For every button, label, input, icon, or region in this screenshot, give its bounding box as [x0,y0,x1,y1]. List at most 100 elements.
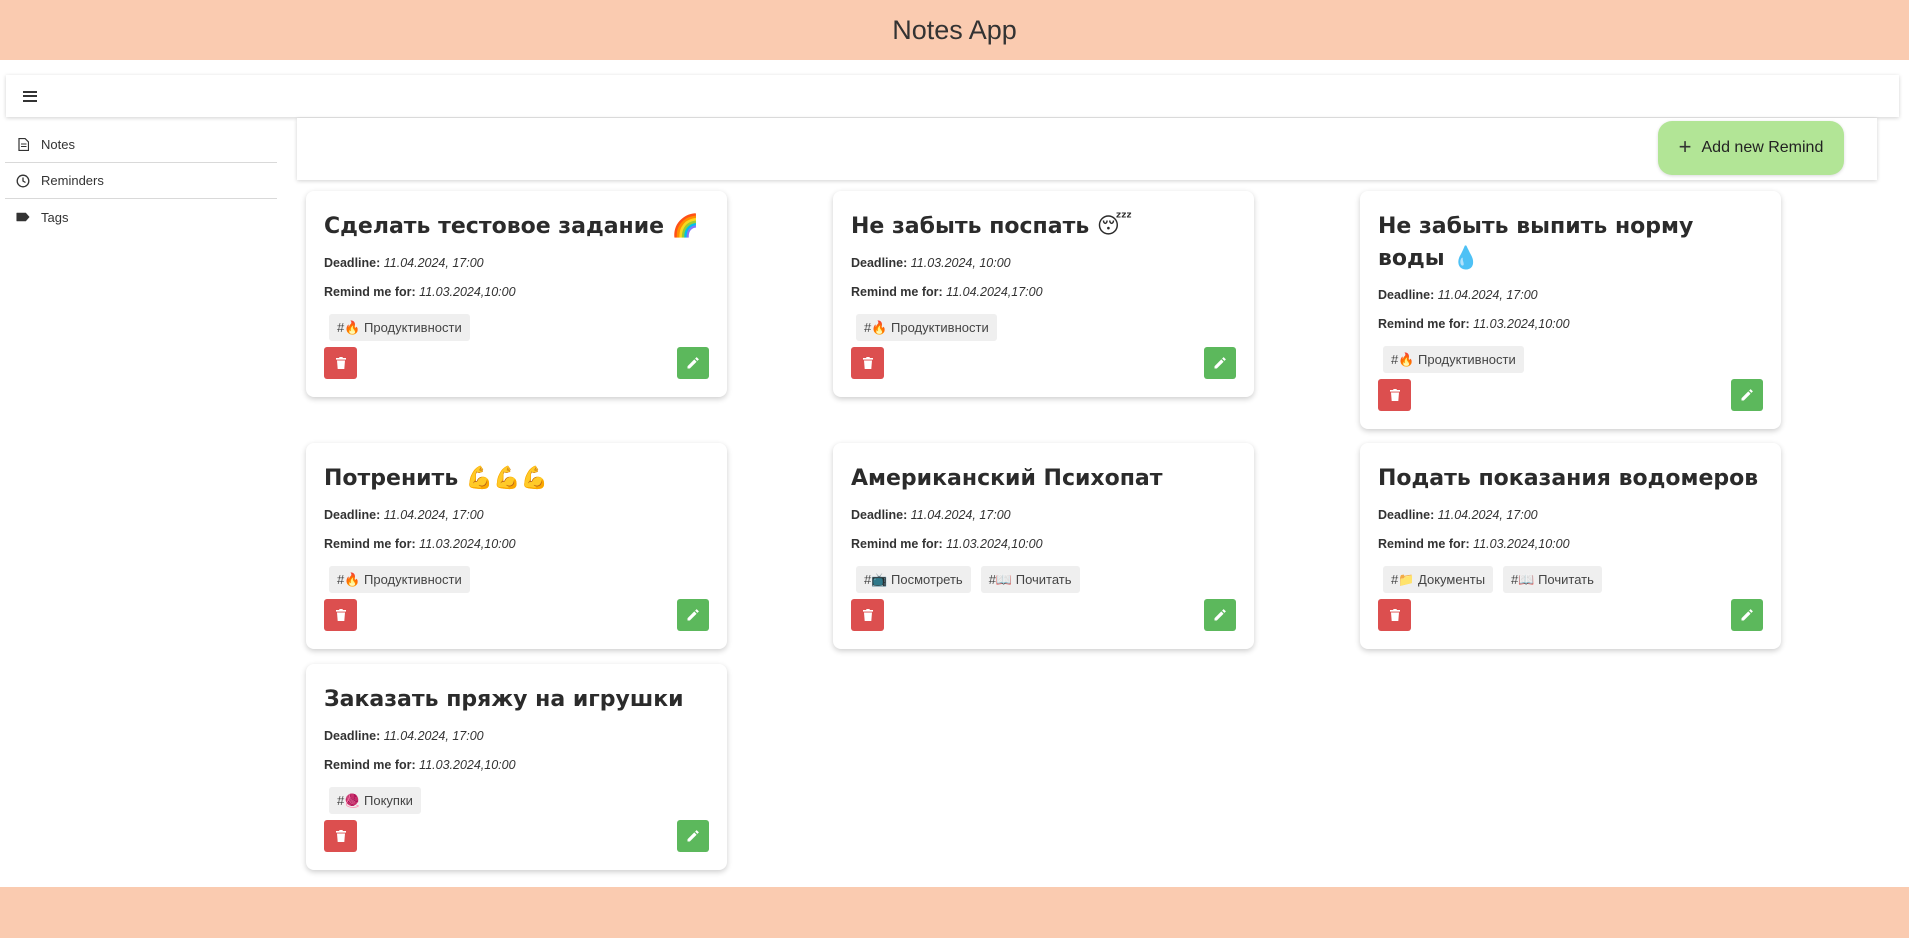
deadline-label: Deadline: [851,508,908,522]
reminder-card: Сделать тестовое задание 🌈 Deadline: 11.… [306,191,727,397]
remind-row: Remind me for: 11.03.2024,10:00 [324,278,709,307]
trash-icon [335,830,346,842]
tag-chip[interactable]: #📖 Почитать [980,566,1080,593]
pencil-icon [1741,389,1753,401]
remind-value: 11.03.2024,10:00 [419,537,516,551]
card-actions [851,347,1236,379]
trash-icon [335,609,346,621]
remind-label: Remind me for: [1378,317,1470,331]
deadline-row: Deadline: 11.04.2024, 17:00 [851,501,1236,530]
remind-row: Remind me for: 11.03.2024,10:00 [324,530,709,559]
remind-value: 11.03.2024,10:00 [419,758,516,772]
tag-chip[interactable]: #📺 Посмотреть [856,566,971,593]
deadline-value: 11.04.2024, 17:00 [1437,508,1538,522]
edit-button[interactable] [677,820,709,852]
tag-list: #🔥 Продуктивности [329,314,709,341]
delete-button[interactable] [324,820,357,852]
tag-chip[interactable]: #🔥 Продуктивности [329,314,470,341]
delete-button[interactable] [851,347,884,379]
tag-chip[interactable]: #📁 Документы [1383,566,1494,593]
delete-button[interactable] [1378,599,1411,631]
delete-button[interactable] [1378,379,1411,411]
deadline-value: 11.04.2024, 17:00 [1437,288,1538,302]
deadline-label: Deadline: [324,508,381,522]
deadline-value: 11.04.2024, 17:00 [383,729,484,743]
trash-icon [335,357,346,369]
card-actions [851,599,1236,631]
deadline-row: Deadline: 11.04.2024, 17:00 [324,249,709,278]
pencil-icon [1741,609,1753,621]
sidebar-item-label: Tags [41,209,69,225]
menu-button[interactable] [6,75,54,117]
edit-button[interactable] [677,347,709,379]
reminder-card: Заказать пряжу на игрушки Deadline: 11.0… [306,664,727,870]
deadline-value: 11.04.2024, 17:00 [383,256,484,270]
card-title: Американский Психопат [851,466,1163,491]
tag-chip[interactable]: #🔥 Продуктивности [329,566,470,593]
card-actions [324,820,709,852]
add-remind-label: Add new Remind [1701,139,1824,156]
sidebar: Notes Reminders Tags [5,127,277,235]
edit-button[interactable] [1731,379,1763,411]
card-title: Заказать пряжу на игрушки [324,687,684,712]
pencil-icon [687,830,699,842]
card-title: Не забыть выпить норму воды 💧 [1378,214,1694,271]
deadline-row: Deadline: 11.04.2024, 17:00 [324,501,709,530]
app-title: Notes App [892,14,1017,45]
remind-label: Remind me for: [851,537,943,551]
remind-row: Remind me for: 11.03.2024,10:00 [851,530,1236,559]
tag-chip[interactable]: #📖 Почитать [1503,566,1602,593]
reminder-card: Потренить 💪💪💪 Deadline: 11.04.2024, 17:0… [306,443,727,649]
remind-row: Remind me for: 11.03.2024,10:00 [324,751,709,780]
deadline-label: Deadline: [324,729,381,743]
tag-list: #📺 Посмотреть #📖 Почитать [856,566,1236,593]
remind-label: Remind me for: [324,758,416,772]
sidebar-item-label: Reminders [41,173,104,188]
trash-icon [862,357,873,369]
delete-button[interactable] [851,599,884,631]
remind-value: 11.03.2024,10:00 [1473,537,1570,551]
deadline-label: Deadline: [1378,288,1435,302]
reminder-card: Американский Психопат Deadline: 11.04.20… [833,443,1254,649]
edit-button[interactable] [1204,347,1236,379]
deadline-value: 11.04.2024, 17:00 [910,508,1011,522]
pencil-icon [1214,609,1226,621]
remind-value: 11.03.2024,10:00 [419,285,516,299]
card-title: Подать показания водомеров [1378,466,1759,491]
top-toolbar [6,75,1899,117]
sidebar-item-notes[interactable]: Notes [5,127,277,163]
edit-button[interactable] [677,599,709,631]
sidebar-item-tags[interactable]: Tags [5,199,277,235]
note-icon [16,138,30,152]
delete-button[interactable] [324,599,357,631]
remind-row: Remind me for: 11.04.2024,17:00 [851,278,1236,307]
deadline-row: Deadline: 11.04.2024, 17:00 [1378,501,1763,530]
deadline-label: Deadline: [1378,508,1435,522]
deadline-label: Deadline: [851,256,908,270]
tag-icon [16,210,30,224]
plus-icon: + [1678,133,1692,159]
delete-button[interactable] [324,347,357,379]
pencil-icon [687,609,699,621]
clock-icon [16,174,30,188]
remind-label: Remind me for: [324,285,416,299]
tag-chip[interactable]: #🔥 Продуктивности [856,314,997,341]
remind-row: Remind me for: 11.03.2024,10:00 [1378,530,1763,559]
remind-value: 11.03.2024,10:00 [1473,317,1570,331]
tag-list: #🧶 Покупки [329,787,709,814]
deadline-value: 11.04.2024, 17:00 [383,508,484,522]
edit-button[interactable] [1731,599,1763,631]
remind-value: 11.04.2024,17:00 [946,285,1043,299]
trash-icon [1389,389,1400,401]
remind-value: 11.03.2024,10:00 [946,537,1043,551]
sidebar-item-reminders[interactable]: Reminders [5,163,277,199]
deadline-row: Deadline: 11.04.2024, 17:00 [1378,281,1763,310]
tag-list: #📁 Документы #📖 Почитать [1383,566,1763,593]
card-actions [324,599,709,631]
deadline-value: 11.03.2024, 10:00 [910,256,1011,270]
add-remind-button[interactable]: + Add new Remind [1658,121,1844,175]
card-actions [324,347,709,379]
tag-chip[interactable]: #🔥 Продуктивности [1383,346,1524,373]
edit-button[interactable] [1204,599,1236,631]
tag-chip[interactable]: #🧶 Покупки [329,787,421,814]
